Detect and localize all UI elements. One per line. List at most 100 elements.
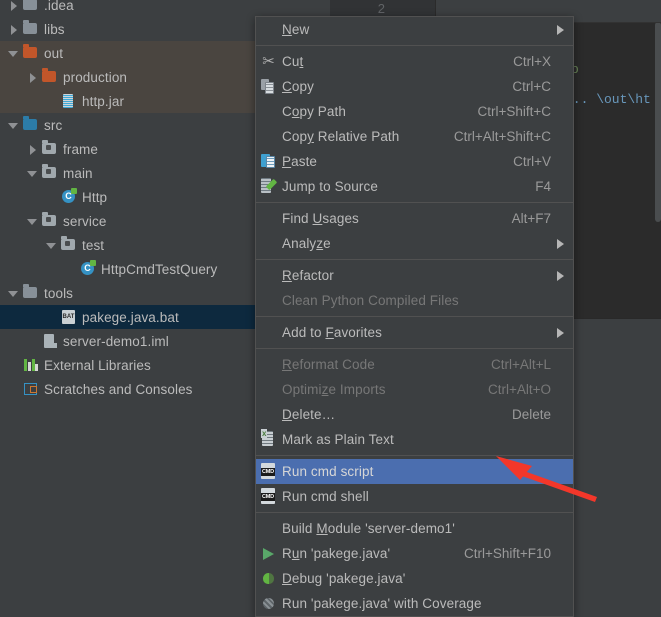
tree-row-tools[interactable]: tools [0, 281, 260, 305]
tree-row-src[interactable]: src [0, 113, 260, 137]
paste-icon [261, 153, 276, 169]
menu-item-new[interactable]: New [256, 17, 573, 42]
tree-row-http[interactable]: C Http [0, 185, 260, 209]
menu-item-run-pakege-java[interactable]: Run 'pakege.java' Ctrl+Shift+F10 [256, 541, 573, 566]
menu-item-shortcut: Ctrl+Alt+Shift+C [453, 129, 551, 144]
chevron-right-icon[interactable] [27, 144, 38, 155]
tree-toggle-spacer [8, 360, 19, 371]
menu-item-add-to-favorites[interactable]: Add to Favorites [256, 320, 573, 345]
menu-item-reformat-code[interactable]: Reformat Code Ctrl+Alt+L [256, 352, 573, 377]
package-icon [41, 140, 58, 157]
menu-item-clean-python-compiled-files[interactable]: Clean Python Compiled Files [256, 288, 573, 313]
chevron-down-icon[interactable] [27, 216, 38, 227]
menu-item-find-usages[interactable]: Find Usages Alt+F7 [256, 206, 573, 231]
tree-toggle-spacer [46, 192, 57, 203]
chevron-down-icon[interactable] [8, 288, 19, 299]
menu-item-label: Analyze [282, 236, 331, 251]
tree-row-out[interactable]: out [0, 41, 260, 65]
chevron-down-icon[interactable] [27, 168, 38, 179]
chevron-right-icon[interactable] [8, 0, 19, 11]
menu-item-label: Add to Favorites [282, 325, 382, 340]
tree-row-test[interactable]: test [0, 233, 260, 257]
menu-item-optimize-imports[interactable]: Optimize Imports Ctrl+Alt+O [256, 377, 573, 402]
package-icon [41, 164, 58, 181]
menu-item-label: Jump to Source [282, 179, 378, 194]
tree-row-server-demo1-iml[interactable]: server-demo1.iml [0, 329, 260, 353]
tree-row-http-jar[interactable]: http.jar [0, 89, 260, 113]
menu-item-icon-slot [256, 206, 282, 231]
chevron-down-icon[interactable] [8, 48, 19, 59]
tree-row-service[interactable]: service [0, 209, 260, 233]
menu-item-debug-pakege-java[interactable]: Debug 'pakege.java' [256, 566, 573, 591]
menu-item-copy-path[interactable]: Copy Path Ctrl+Shift+C [256, 99, 573, 124]
menu-separator [256, 455, 573, 456]
menu-item-run-cmd-shell[interactable]: Run cmd shell [256, 484, 573, 509]
menu-item-build-module-server-demo1[interactable]: Build Module 'server-demo1' [256, 516, 573, 541]
run-icon [256, 541, 282, 566]
menu-item-delete[interactable]: Delete… Delete [256, 402, 573, 427]
menu-item-run-pakege-java-with-coverage[interactable]: Run 'pakege.java' with Coverage [256, 591, 573, 616]
tree-item-label: .idea [44, 0, 74, 13]
menu-item-mark-as-plain-text[interactable]: Mark as Plain Text [256, 427, 573, 452]
tree-item-label: tools [44, 285, 74, 301]
menu-item-shortcut: Ctrl+V [513, 154, 551, 169]
cmd-icon [260, 463, 277, 480]
menu-item-paste[interactable]: Paste Ctrl+V [256, 149, 573, 174]
context-menu[interactable]: New ✂ Cut Ctrl+X Copy Ctrl+C Copy Path Ctrl+Shi… [255, 16, 574, 617]
bat-file-icon: BAT [60, 309, 77, 325]
menu-item-label: Run 'pakege.java' [282, 546, 391, 561]
paste-icon [256, 149, 282, 174]
menu-separator [256, 202, 573, 203]
menu-item-cut[interactable]: ✂ Cut Ctrl+X [256, 49, 573, 74]
menu-item-icon-slot [256, 320, 282, 345]
chevron-right-icon[interactable] [8, 24, 19, 35]
run-icon [263, 548, 274, 560]
submenu-arrow-icon [551, 263, 565, 288]
jar-file-icon [60, 93, 77, 109]
menu-item-icon-slot [256, 17, 282, 42]
chevron-down-icon[interactable] [8, 120, 19, 131]
scissors-icon: ✂ [262, 53, 275, 70]
tree-row-httpcmdtestquery[interactable]: C HttpCmdTestQuery [0, 257, 260, 281]
tree-item-label: frame [63, 141, 99, 157]
menu-separator [256, 512, 573, 513]
tree-row-scratches-and-consoles[interactable]: Scratches and Consoles [0, 377, 260, 401]
tree-row-idea[interactable]: .idea [0, 0, 260, 17]
tree-row-frame[interactable]: frame [0, 137, 260, 161]
tree-row-main[interactable]: main [0, 161, 260, 185]
tree-row-libs[interactable]: libs [0, 17, 260, 41]
menu-item-run-cmd-script[interactable]: Run cmd script [256, 459, 573, 484]
editor-line-number: 2 [377, 1, 385, 16]
copy-icon [256, 74, 282, 99]
folder-orange-icon [22, 44, 39, 61]
menu-item-copy[interactable]: Copy Ctrl+C [256, 74, 573, 99]
menu-item-copy-relative-path[interactable]: Copy Relative Path Ctrl+Alt+Shift+C [256, 124, 573, 149]
project-tool-window[interactable]: .idea libs out production http.jar src frame ma… [0, 0, 260, 584]
menu-item-refactor[interactable]: Refactor [256, 263, 573, 288]
menu-separator [256, 316, 573, 317]
chevron-down-icon[interactable] [46, 240, 57, 251]
tree-item-label: test [82, 237, 105, 253]
coverage-icon [261, 596, 276, 611]
iml-file-icon [41, 333, 58, 349]
tree-row-pakege-java-bat[interactable]: BAT pakege.java.bat [0, 305, 260, 329]
tree-row-production[interactable]: production [0, 65, 260, 89]
tree-row-external-libraries[interactable]: External Libraries [0, 353, 260, 377]
editor-scrollbar[interactable] [655, 22, 661, 222]
chevron-right-icon[interactable] [27, 72, 38, 83]
menu-item-label: Optimize Imports [282, 382, 386, 397]
tree-toggle-spacer [65, 264, 76, 275]
folder-blue-icon [22, 116, 39, 133]
tree-item-label: src [44, 117, 63, 133]
tree-item-label: HttpCmdTestQuery [101, 261, 218, 277]
menu-item-shortcut: Ctrl+Shift+C [477, 104, 551, 119]
menu-item-analyze[interactable]: Analyze [256, 231, 573, 256]
menu-item-jump-to-source[interactable]: Jump to Source F4 [256, 174, 573, 199]
menu-item-icon-slot [256, 402, 282, 427]
